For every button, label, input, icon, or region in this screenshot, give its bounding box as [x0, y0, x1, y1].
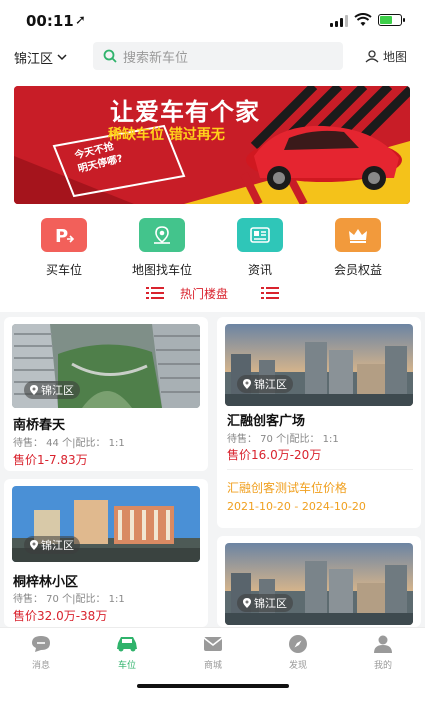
district-badge: 锦江区	[237, 594, 293, 612]
district-label: 锦江区	[254, 597, 287, 610]
bottom-tab-bar: 消息 车位 商城 发现 我的	[0, 627, 425, 701]
tab-mall[interactable]: 商城	[188, 634, 238, 671]
search-icon	[103, 49, 117, 63]
tab-label: 车位	[117, 661, 136, 671]
map-label: 地图	[383, 50, 408, 64]
listing-card[interactable]: 锦江区	[217, 536, 421, 627]
tab-label: 商城	[203, 661, 222, 671]
top-bar: 锦江区 搜索新车位 地图	[0, 42, 425, 72]
location-arrow-icon: ➚	[75, 13, 86, 28]
search-placeholder: 搜索新车位	[123, 50, 189, 66]
district-badge: 锦江区	[24, 536, 80, 554]
banner-subtitle: 稀缺车位 错过再无	[108, 127, 225, 143]
tab-label: 消息	[31, 661, 50, 671]
map-person-icon	[365, 50, 379, 63]
news-icon	[237, 218, 283, 252]
hot-section-header: 热门楼盘	[0, 281, 425, 305]
quick-link-membership[interactable]: 会员权益	[313, 218, 403, 278]
parking-icon: P	[41, 218, 87, 252]
district-label: 锦江区	[41, 384, 74, 397]
listing-name: 汇融创客广场	[227, 414, 306, 429]
signal-icon	[330, 15, 348, 27]
promo-title: 汇融创客测试车位价格	[227, 481, 348, 495]
city-selector[interactable]: 锦江区	[14, 48, 67, 67]
promo-dates: 2021-10-20 - 2024-10-20	[227, 500, 366, 513]
status-bar: 00:11 ➚	[0, 0, 425, 42]
wifi-icon	[354, 13, 372, 26]
listing-stats: 待售： 44 个|配比： 1:1	[13, 438, 125, 449]
tab-label: 我的	[373, 661, 392, 671]
quick-link-label: 买车位	[45, 263, 82, 277]
district-label: 锦江区	[41, 539, 74, 552]
user-icon	[374, 635, 392, 653]
status-time: 00:11	[26, 12, 74, 30]
battery-icon	[378, 14, 405, 26]
crown-icon	[335, 218, 381, 252]
quick-link-buy-parking[interactable]: P 买车位	[19, 218, 109, 278]
list-icon	[261, 287, 279, 299]
listing-stats: 待售： 70 个|配比： 1:1	[227, 434, 339, 445]
tab-parking[interactable]: 车位	[102, 634, 152, 671]
home-indicator	[137, 684, 289, 688]
mail-icon	[203, 637, 223, 651]
tab-label: 发现	[288, 661, 307, 671]
property-photo	[225, 324, 413, 406]
list-icon	[146, 287, 164, 299]
listing-price: 售价16.0万-20万	[227, 448, 322, 462]
listing-card[interactable]: 锦江区 汇融创客广场 待售： 70 个|配比： 1:1 售价16.0万-20万 …	[217, 317, 421, 528]
search-input[interactable]: 搜索新车位	[93, 42, 343, 70]
quick-link-label: 地图找车位	[131, 263, 192, 277]
listing-card[interactable]: 锦江区 桐梓林小区 待售： 70 个|配比： 1:1 售价32.0万-38万	[4, 479, 208, 627]
listing-name: 桐梓林小区	[13, 575, 79, 590]
district-badge: 锦江区	[237, 375, 293, 393]
listing-price: 售价32.0万-38万	[13, 609, 108, 623]
tab-messages[interactable]: 消息	[16, 634, 66, 671]
divider	[227, 469, 413, 470]
tab-profile[interactable]: 我的	[358, 634, 408, 671]
map-pin-icon	[139, 218, 185, 252]
car-icon	[117, 637, 137, 652]
location-pin-icon	[243, 379, 251, 389]
location-pin-icon	[243, 598, 251, 608]
listing-stats: 待售： 70 个|配比： 1:1	[13, 594, 125, 605]
tab-discover[interactable]: 发现	[273, 634, 323, 671]
location-pin-icon	[30, 385, 38, 395]
listing-card[interactable]: 锦江区 南桥春天 待售： 44 个|配比： 1:1 售价1-7.83万	[4, 317, 208, 471]
quick-link-map-search[interactable]: 地图找车位	[117, 218, 207, 278]
district-badge: 锦江区	[24, 381, 80, 399]
city-label: 锦江区	[14, 52, 54, 67]
location-pin-icon	[30, 540, 38, 550]
district-label: 锦江区	[254, 378, 287, 391]
quick-link-label: 会员权益	[333, 263, 382, 277]
map-button[interactable]: 地图	[365, 48, 407, 65]
listing-price: 售价1-7.83万	[13, 453, 88, 467]
svg-text:P: P	[55, 226, 68, 245]
property-photo	[225, 543, 413, 625]
chevron-down-icon	[57, 54, 67, 61]
compass-icon	[289, 635, 307, 653]
listing-name: 南桥春天	[13, 418, 66, 433]
quick-link-label: 资讯	[247, 263, 272, 277]
banner-title: 让爱车有个家	[110, 98, 260, 126]
section-title: 热门楼盘	[180, 287, 229, 301]
quick-link-news[interactable]: 资讯	[215, 218, 305, 278]
promo-banner[interactable]: 让爱车有个家 稀缺车位 错过再无 今天不抢 明天停哪?	[14, 86, 410, 204]
message-icon	[32, 636, 50, 652]
